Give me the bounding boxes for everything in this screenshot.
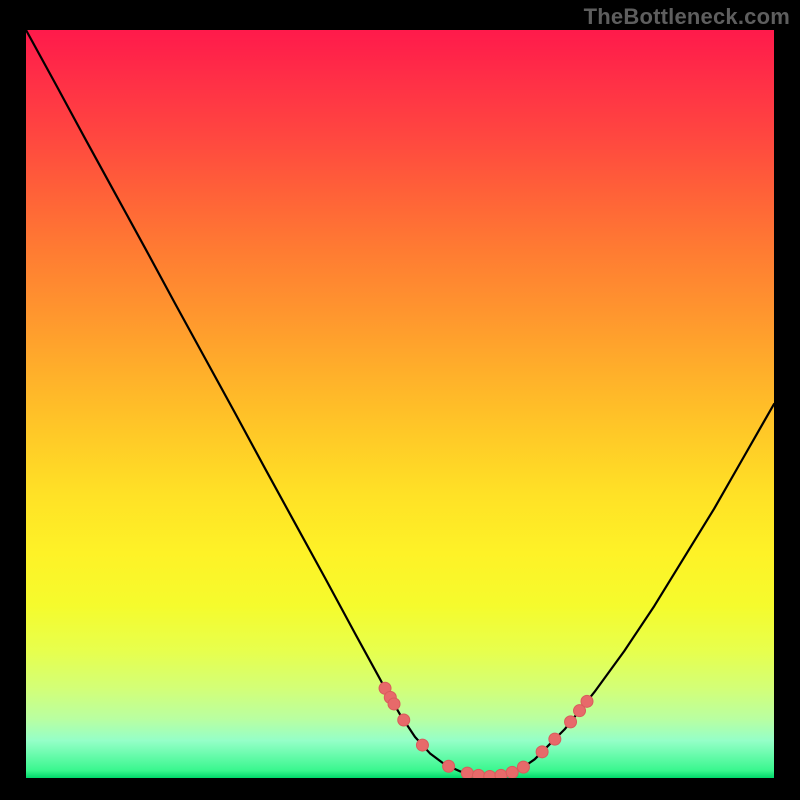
data-marker (506, 766, 518, 778)
data-marker (484, 771, 496, 779)
data-marker (473, 769, 485, 778)
bottleneck-curve (26, 30, 774, 777)
data-marker (495, 769, 507, 778)
plot-area (26, 30, 774, 778)
data-marker (398, 714, 410, 726)
data-marker (536, 746, 548, 758)
data-marker (517, 761, 529, 773)
data-marker (388, 698, 400, 710)
data-marker (581, 695, 593, 707)
data-marker (549, 733, 561, 745)
data-marker (443, 760, 455, 772)
data-marker (461, 767, 473, 778)
data-marker (565, 716, 577, 728)
watermark-text: TheBottleneck.com (584, 4, 790, 30)
data-marker (416, 739, 428, 751)
curve-overlay (26, 30, 774, 778)
chart-frame: TheBottleneck.com (0, 0, 800, 800)
